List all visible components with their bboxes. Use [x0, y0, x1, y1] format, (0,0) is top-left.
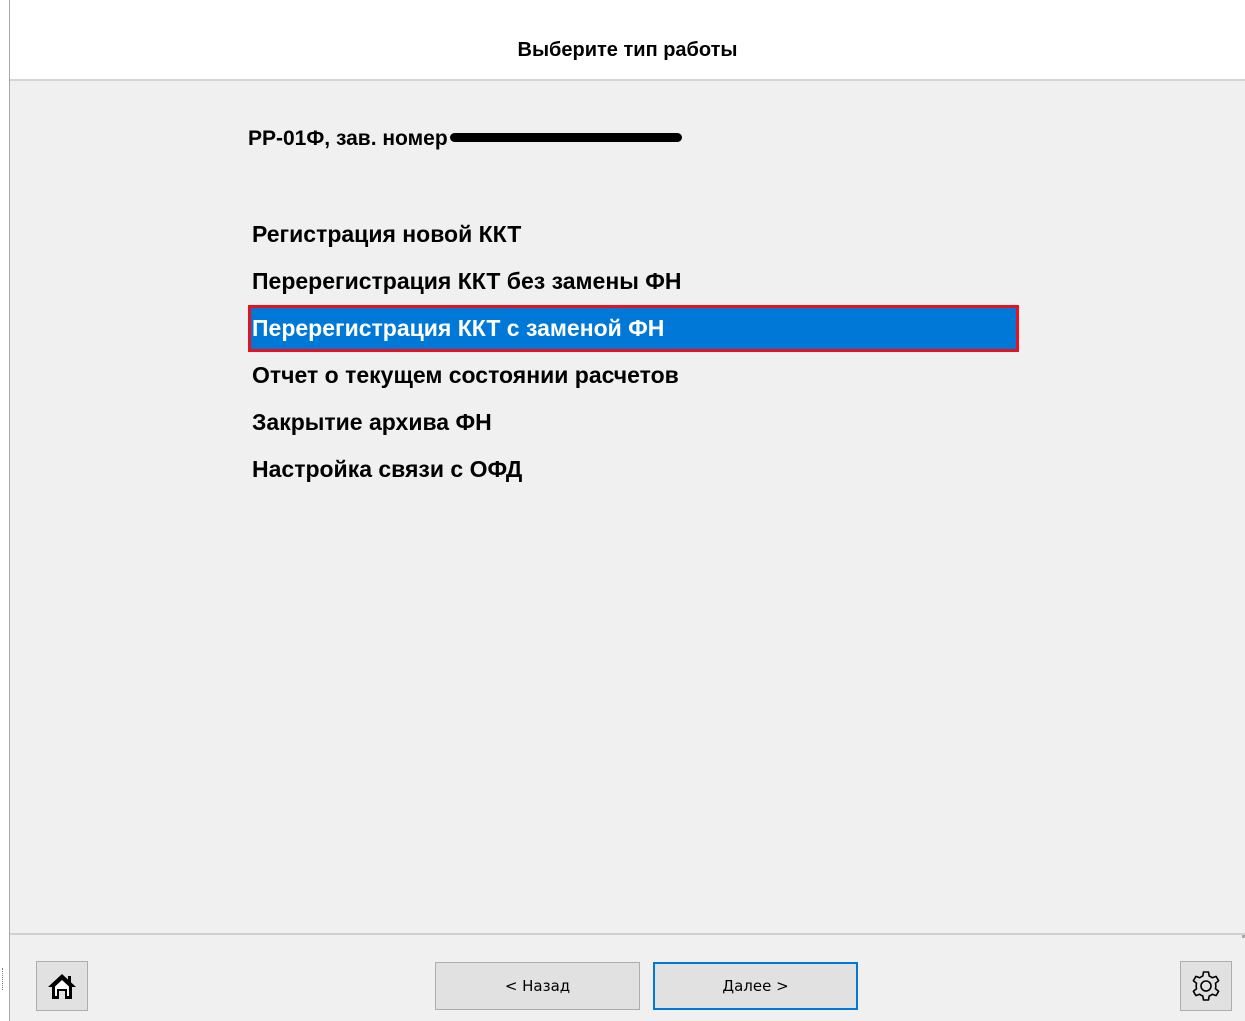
work-type-item-close-fn-archive[interactable]: Закрытие архива ФН [248, 399, 1019, 446]
next-button[interactable]: Далее > [653, 962, 858, 1010]
work-type-item-new-registration[interactable]: Регистрация новой ККТ [248, 211, 1019, 258]
home-button[interactable] [36, 961, 88, 1011]
work-type-item-reregistration-no-fn-change[interactable]: Перерегистрация ККТ без замены ФН [248, 258, 1019, 305]
main-panel: РР-01Ф, зав. номер Регистрация новой ККТ… [10, 81, 1245, 933]
device-info: РР-01Ф, зав. номер [248, 126, 682, 152]
work-type-item-settlement-status-report[interactable]: Отчет о текущем состоянии расчетов [248, 352, 1019, 399]
page-header: Выберите тип работы [10, 0, 1245, 81]
footer-bar: < Назад Далее > [10, 933, 1245, 1021]
work-type-item-ofd-connection-setup[interactable]: Настройка связи с ОФД [248, 446, 1019, 493]
device-model-label: РР-01Ф, зав. номер [248, 127, 448, 150]
serial-number-redaction [449, 132, 682, 142]
work-type-item-reregistration-fn-change[interactable]: Перерегистрация ККТ с заменой ФН [248, 305, 1019, 352]
page-title: Выберите тип работы [517, 39, 738, 61]
work-type-list: Регистрация новой ККТ Перерегистрация КК… [248, 211, 1019, 493]
settings-button[interactable] [1180, 961, 1232, 1011]
home-icon [48, 974, 76, 999]
resize-grip [2, 968, 5, 990]
back-button[interactable]: < Назад [435, 962, 640, 1010]
gear-icon [1192, 971, 1220, 1001]
